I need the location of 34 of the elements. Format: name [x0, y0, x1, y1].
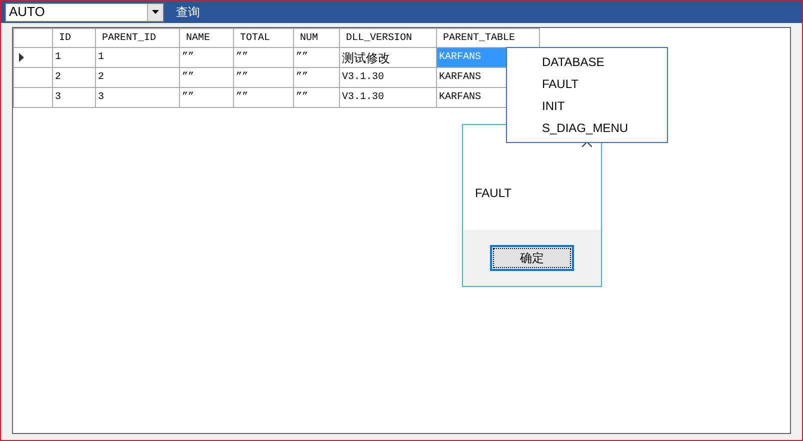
column-header[interactable]: PARENT_ID [96, 28, 180, 48]
table-cell: 2 [96, 68, 180, 88]
table-cell: ”” [294, 68, 340, 88]
table-cell: ”” [180, 68, 234, 88]
query-button[interactable]: 查询 [174, 3, 202, 21]
table-cell: 测试修改 [340, 48, 436, 68]
column-header[interactable]: NAME [180, 28, 234, 48]
caret-icon [152, 10, 159, 14]
combo-value: AUTO [8, 3, 45, 22]
table-cell: 1 [52, 48, 96, 68]
table-cell: ”” [234, 88, 294, 108]
table-cell: V3.1.30 [340, 68, 436, 88]
ok-button[interactable]: 确定 [490, 245, 574, 271]
dropdown-button[interactable] [147, 4, 163, 20]
table-cell: 2 [52, 68, 96, 88]
column-header[interactable]: ID [52, 28, 96, 48]
column-header[interactable]: NUM [294, 28, 340, 48]
dropdown-item[interactable]: S_DIAG_MENU [507, 117, 667, 139]
table-cell: ”” [180, 48, 234, 68]
table-cell: ”” [234, 68, 294, 88]
current-row-icon [19, 53, 24, 62]
table-cell: 3 [96, 88, 180, 108]
table-cell: ”” [180, 88, 234, 108]
table-cell: 1 [96, 48, 180, 68]
table-cell: ”” [234, 48, 294, 68]
column-header[interactable]: DLL_VERSION [340, 28, 436, 48]
message-text: FAULT [475, 184, 512, 202]
column-header[interactable]: TOTAL [234, 28, 294, 48]
table-cell: ”” [294, 88, 340, 108]
table-cell: 3 [52, 88, 96, 108]
table-cell: ”” [294, 48, 340, 68]
row-header[interactable] [14, 48, 52, 68]
combo-box[interactable]: AUTO [5, 2, 164, 22]
table-cell: V3.1.30 [340, 88, 436, 108]
